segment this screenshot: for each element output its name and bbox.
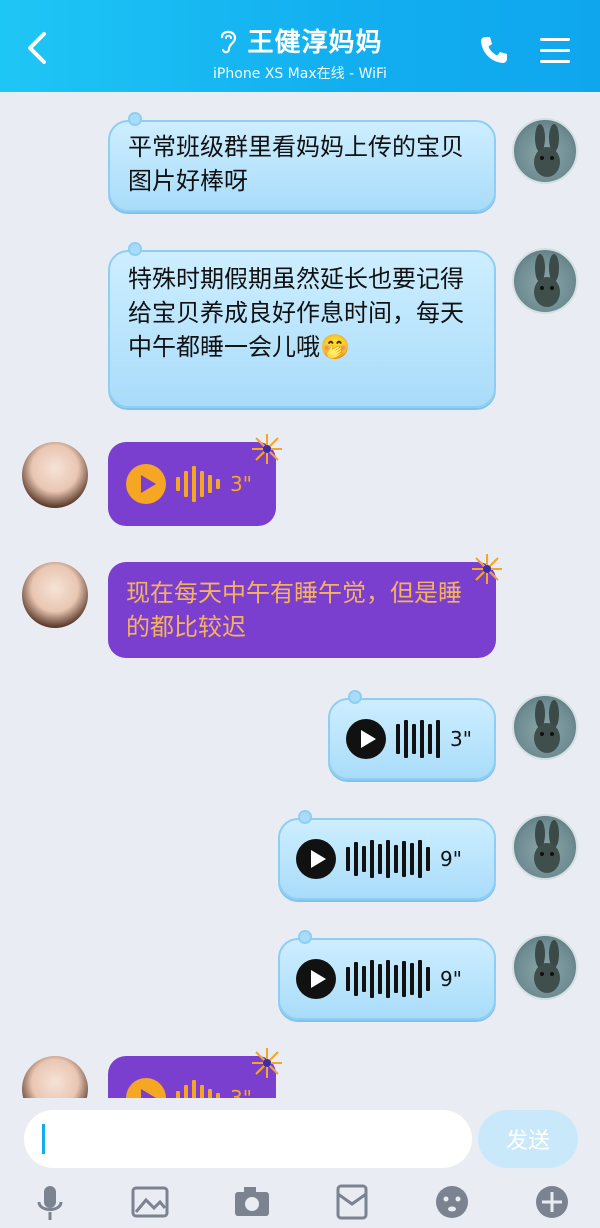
message-item: 特殊时期假期虽然延长也要记得给宝贝养成良好作息时间，每天中午都睡一会儿哦🤭 bbox=[0, 242, 600, 412]
message-item: 平常班级群里看妈妈上传的宝贝图片好棒呀 bbox=[0, 92, 600, 222]
voice-bubble[interactable]: 3" bbox=[328, 690, 496, 780]
menu-icon[interactable] bbox=[540, 38, 570, 63]
voice-bubble[interactable]: 9" bbox=[278, 810, 496, 900]
avatar[interactable] bbox=[512, 934, 578, 1000]
play-icon[interactable] bbox=[296, 839, 336, 879]
message-text: 平常班级群里看妈妈上传的宝贝图片好棒呀 bbox=[128, 133, 464, 195]
avatar[interactable] bbox=[512, 118, 578, 184]
avatar[interactable] bbox=[512, 694, 578, 760]
firework-icon bbox=[252, 434, 282, 464]
waveform-icon bbox=[176, 464, 220, 504]
ear-icon bbox=[221, 30, 237, 53]
voice-duration: 3" bbox=[230, 472, 252, 496]
firework-icon bbox=[252, 1048, 282, 1078]
message-list[interactable]: 平常班级群里看妈妈上传的宝贝图片好棒呀 特殊时期假期虽然延长也要记得给宝贝养成良… bbox=[0, 92, 600, 1098]
microphone-icon[interactable] bbox=[30, 1182, 70, 1222]
message-input[interactable] bbox=[24, 1110, 472, 1168]
text-bubble[interactable]: 平常班级群里看妈妈上传的宝贝图片好棒呀 bbox=[108, 112, 496, 212]
message-item: 9" bbox=[0, 808, 600, 908]
chat-title: 王健淳妈妈 bbox=[247, 28, 383, 58]
plus-icon[interactable] bbox=[532, 1182, 572, 1222]
chat-header: 王健淳妈妈 iPhone XS Max在线 - WiFi bbox=[0, 0, 600, 92]
avatar[interactable] bbox=[22, 562, 88, 628]
avatar[interactable] bbox=[512, 248, 578, 314]
waveform-icon bbox=[176, 1078, 220, 1098]
emoji-icon[interactable] bbox=[432, 1182, 472, 1222]
text-bubble[interactable]: 现在每天中午有睡午觉，但是睡的都比较迟 bbox=[108, 554, 502, 658]
rabbit-icon bbox=[534, 254, 560, 307]
message-item: 3" bbox=[0, 688, 600, 788]
message-text: 特殊时期假期虽然延长也要记得给宝贝养成良好作息时间，每天中午都睡一会儿哦🤭 bbox=[128, 265, 464, 361]
phone-icon[interactable] bbox=[478, 34, 510, 66]
firework-icon bbox=[472, 554, 502, 584]
device-status: iPhone XS Max在线 - WiFi bbox=[213, 66, 387, 82]
voice-duration: 9" bbox=[440, 847, 462, 871]
rabbit-icon bbox=[534, 820, 560, 873]
avatar[interactable] bbox=[22, 442, 88, 508]
rabbit-icon bbox=[534, 940, 560, 993]
play-icon[interactable] bbox=[126, 1078, 166, 1098]
message-item: 9" bbox=[0, 928, 600, 1028]
play-icon[interactable] bbox=[126, 464, 166, 504]
send-button[interactable]: 发送 bbox=[478, 1110, 578, 1168]
message-text: 现在每天中午有睡午觉，但是睡的都比较迟 bbox=[126, 579, 462, 641]
waveform-icon bbox=[346, 839, 430, 879]
message-item: 3" bbox=[0, 432, 600, 532]
avatar[interactable] bbox=[512, 814, 578, 880]
rabbit-icon bbox=[534, 124, 560, 177]
toolbar bbox=[0, 1182, 600, 1228]
voice-bubble[interactable]: 3" bbox=[108, 434, 282, 526]
text-caret bbox=[42, 1124, 45, 1154]
play-icon[interactable] bbox=[346, 719, 386, 759]
message-item: 现在每天中午有睡午觉，但是睡的都比较迟 bbox=[0, 552, 600, 662]
input-bar: 发送 bbox=[0, 1098, 600, 1228]
voice-duration: 3" bbox=[230, 1086, 252, 1098]
title-block: 王健淳妈妈 iPhone XS Max在线 - WiFi bbox=[0, 22, 600, 83]
camera-icon[interactable] bbox=[232, 1182, 272, 1222]
waveform-icon bbox=[396, 719, 440, 759]
image-icon[interactable] bbox=[130, 1182, 170, 1222]
red-packet-icon[interactable] bbox=[332, 1182, 372, 1222]
voice-duration: 3" bbox=[450, 727, 472, 751]
text-bubble[interactable]: 特殊时期假期虽然延长也要记得给宝贝养成良好作息时间，每天中午都睡一会儿哦🤭 bbox=[108, 242, 496, 408]
waveform-icon bbox=[346, 959, 430, 999]
avatar[interactable] bbox=[22, 1056, 88, 1098]
voice-bubble[interactable]: 9" bbox=[278, 930, 496, 1020]
message-item: 3" bbox=[0, 1048, 600, 1098]
play-icon[interactable] bbox=[296, 959, 336, 999]
voice-bubble[interactable]: 3" bbox=[108, 1048, 282, 1098]
voice-duration: 9" bbox=[440, 967, 462, 991]
rabbit-icon bbox=[534, 700, 560, 753]
